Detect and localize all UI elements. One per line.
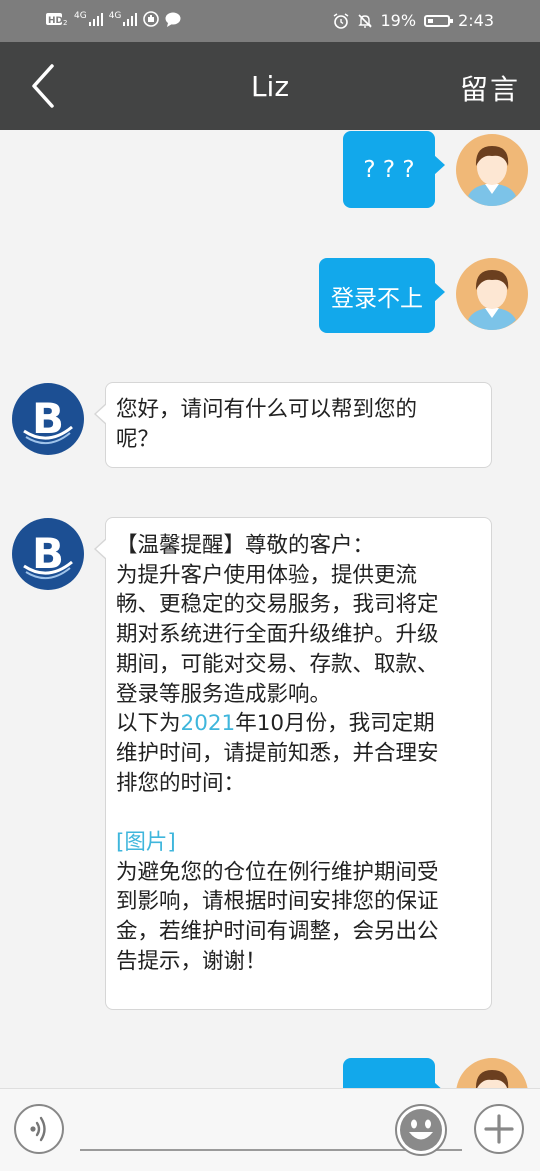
message-text: ? ? ? [363,156,415,183]
message-line: 维护时间，请提前知悉，并合理安 [116,740,439,766]
more-options-button[interactable] [474,1104,524,1154]
status-bar: HD 2 4G 4G 19% 2:43 [0,0,540,42]
voice-button[interactable] [14,1104,64,1154]
user-avatar[interactable] [456,258,528,330]
message-line: 登录等服务造成影响。 [116,681,332,707]
message-line: 您好，请问有什么可以帮到您的 [116,397,418,422]
message-line: 金，若维护时间有调整，会另出公 [116,919,439,945]
bot-logo-avatar[interactable]: B [12,518,84,590]
alarm-icon [333,12,348,29]
chat-header: Liz 留言 [0,42,540,130]
4g-signal-icon: 4G [74,12,103,26]
mute-icon [357,13,372,28]
outgoing-message-bubble[interactable]: ... [343,1058,445,1088]
message-line: 排您的时间： [116,770,246,796]
battery-icon [424,14,454,27]
message-line: 【温馨提醒】尊敬的客户： [116,533,375,558]
message-line: 期间，可能对交易、存款、取款、 [116,651,439,677]
hotspot-icon [143,11,160,27]
message-text: 年10月份，我司定期 [235,711,435,737]
outgoing-message-bubble[interactable]: 登录不上 [319,258,445,333]
voice-icon [30,1116,46,1142]
plus-icon [484,1114,514,1144]
emoji-icon[interactable] [394,1103,448,1157]
message-line: 以下为2021年10月份，我司定期 [116,709,481,739]
message-line: 畅、更稳定的交易服务，我司将定 [116,592,439,618]
message-icon [165,12,181,27]
svg-text:HD: HD [48,16,63,26]
year-link[interactable]: 2021 [181,711,236,736]
message-line-blank [116,798,481,828]
message-line: 呢？ [116,426,160,452]
message-text: 登录不上 [331,285,423,312]
4g-signal-icon: 4G [109,12,138,26]
chat-messages[interactable]: ? ? ? 登录不上 B 您好，请问有什么可以帮到您的 呢？ B 【温馨提醒】尊… [0,130,540,1088]
message-line: 期对系统进行全面升级维护。升级 [116,622,439,648]
outgoing-message-bubble[interactable]: ? ? ? [343,131,445,208]
hd-icon: HD 2 [46,13,67,26]
incoming-message-bubble[interactable]: 您好，请问有什么可以帮到您的 呢？ [94,382,492,468]
svg-text:2: 2 [63,19,67,26]
message-text: 以下为 [116,711,181,737]
message-line: 告提示，谢谢！ [116,948,267,974]
user-avatar[interactable] [456,134,528,206]
battery-percent: 19% [380,11,417,30]
message-line: 为避免您的仓位在例行维护期间受 [116,859,439,885]
user-avatar[interactable] [456,1058,528,1088]
message-line: 到影响，请根据时间安排您的保证 [116,889,439,915]
input-bar [0,1088,540,1171]
leave-message-button[interactable]: 留言 [460,68,520,108]
status-right-icons: 19% 2:43 [333,11,494,30]
message-line: 为提升客户使用体验，提供更流 [116,562,418,588]
image-link[interactable]: [图片] [116,828,481,858]
message-text: ... [378,1076,400,1088]
status-left-icons: HD 2 4G 4G [46,11,181,27]
incoming-message-bubble[interactable]: 【温馨提醒】尊敬的客户： 为提升客户使用体验，提供更流 畅、更稳定的交易服务，我… [94,517,492,1010]
bot-logo-avatar[interactable]: B [12,383,84,455]
clock: 2:43 [458,11,494,30]
